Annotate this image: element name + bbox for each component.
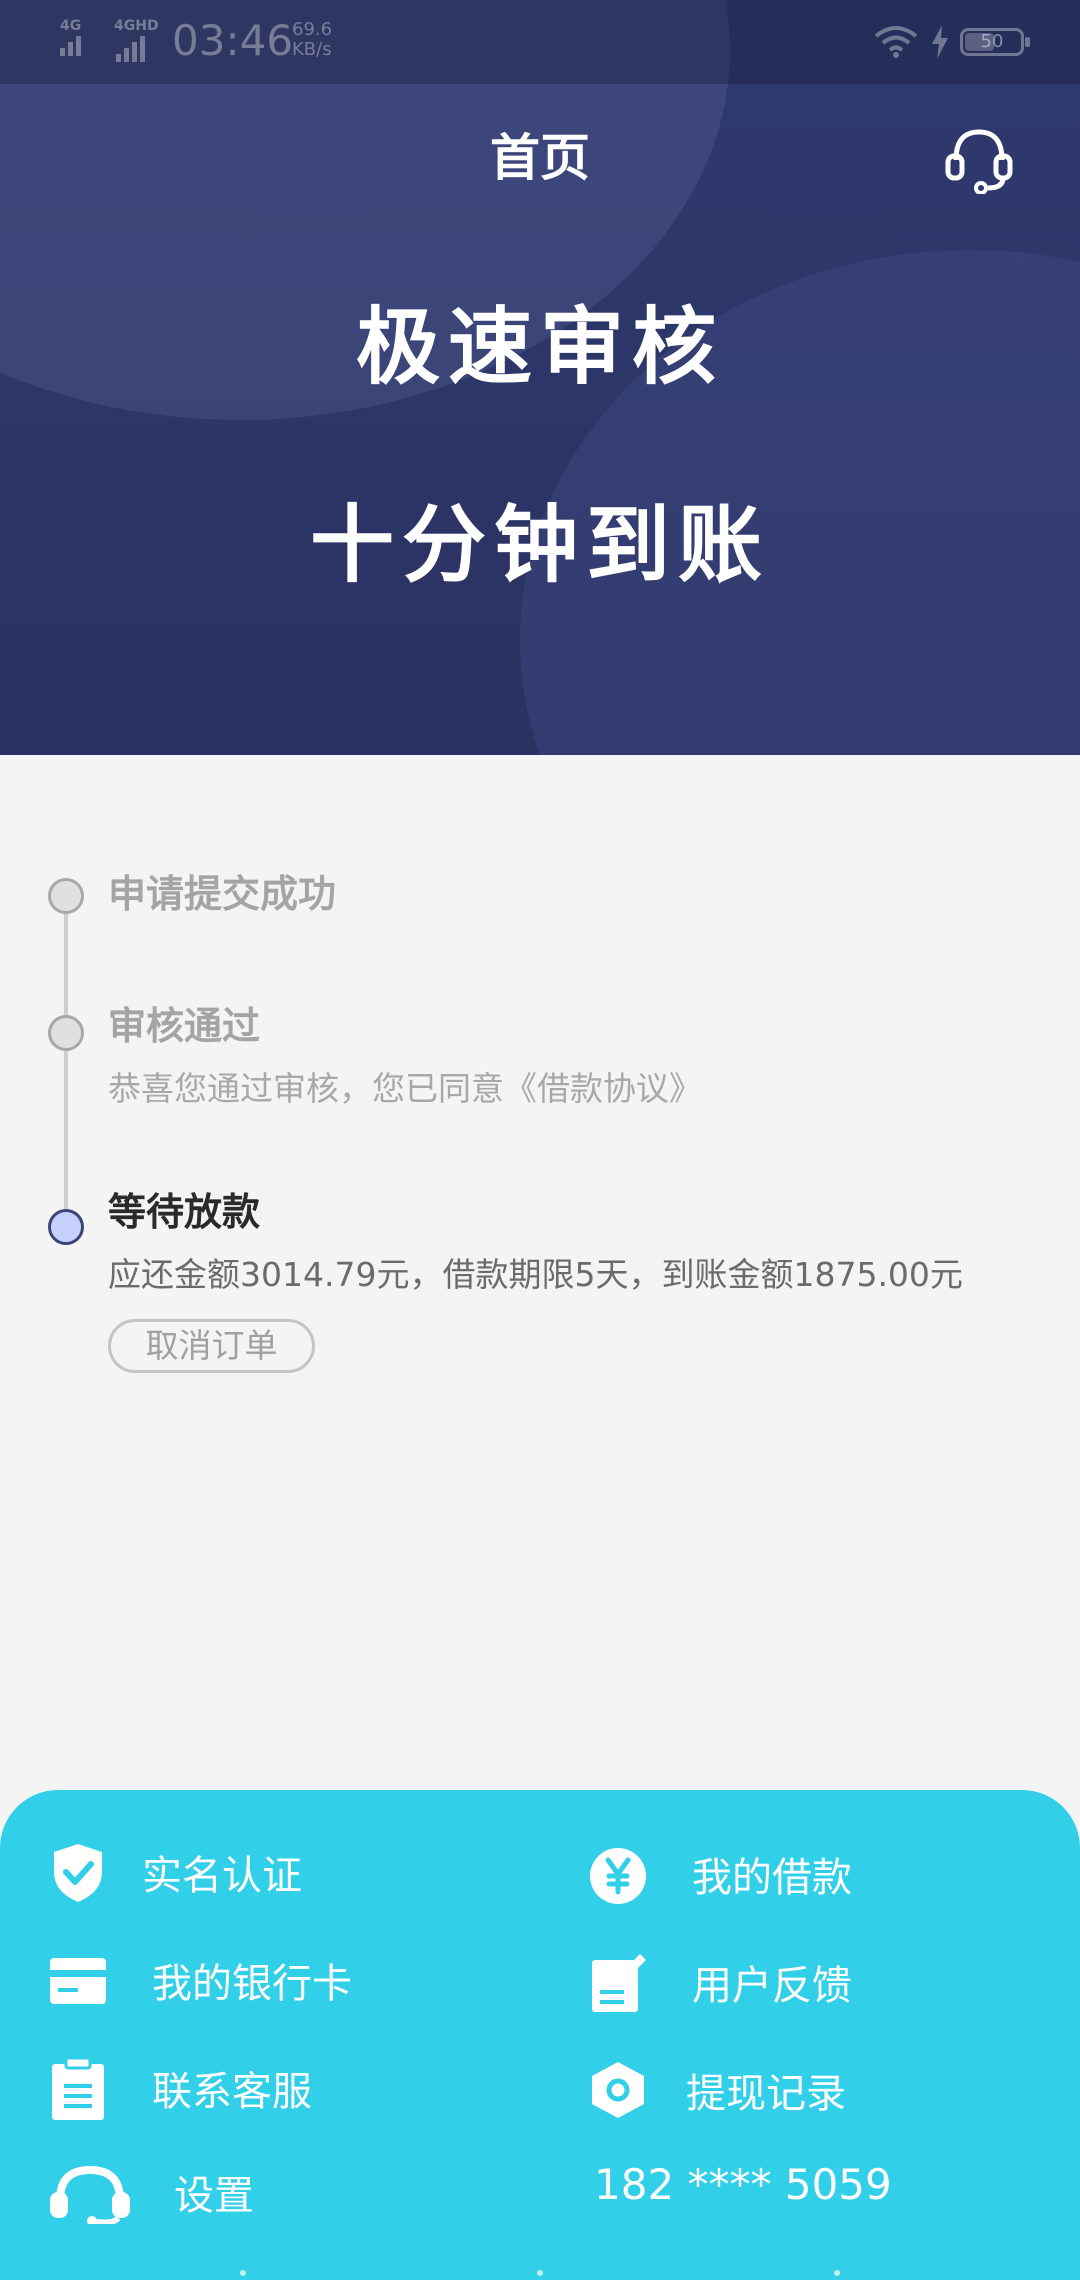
menu-item-bank-card[interactable]: 我的银行卡 — [48, 1948, 352, 2012]
charging-icon — [932, 25, 948, 59]
menu-item-settings[interactable]: 设置 — [48, 2160, 254, 2224]
feedback-icon — [592, 1954, 646, 2012]
page-indicator-dot — [834, 2270, 840, 2276]
headset-icon[interactable] — [944, 124, 1014, 194]
menu-item-contact-service[interactable]: 联系客服 — [48, 2056, 312, 2120]
timeline-step-title: 申请提交成功 — [108, 872, 337, 916]
status-time: 03:46 — [172, 16, 294, 65]
menu-item-label: 联系客服 — [152, 2069, 312, 2115]
menu-item-label: 我的银行卡 — [152, 1961, 352, 2007]
network-speed: 69.6 KB/s — [292, 19, 333, 60]
signal-bars-icon — [116, 36, 145, 62]
header-banner: 4G 4GHD 03:46 69.6 KB/s 50 首页 极速审核 十分钟到账 — [0, 0, 1080, 755]
cancel-order-button[interactable]: 取消订单 — [108, 1319, 315, 1373]
banner-slogan: 极速审核 — [355, 298, 724, 396]
menu-item-feedback[interactable]: 用户反馈 — [588, 1950, 852, 2014]
battery-icon: 50 — [960, 28, 1030, 56]
signal-label: 4G — [60, 18, 82, 34]
menu-item-label: 设置 — [174, 2173, 254, 2219]
status-bar: 4G 4GHD 03:46 69.6 KB/s 50 — [0, 0, 1080, 84]
wifi-icon — [874, 26, 918, 58]
menu-item-label: 用户反馈 — [692, 1963, 852, 2009]
timeline-step-title: 审核通过 — [108, 1004, 261, 1048]
yen-circle-icon — [590, 1848, 646, 1904]
signal-bars-icon — [60, 36, 81, 56]
user-phone-number: 182 **** 5059 — [594, 2160, 892, 2209]
page-indicator-dot — [240, 2270, 246, 2276]
shield-check-icon — [54, 1844, 102, 1902]
menu-item-label: 提现记录 — [686, 2071, 846, 2117]
menu-item-withdraw-records[interactable]: 提现记录 — [588, 2058, 846, 2122]
signal-label: 4GHD — [114, 18, 159, 34]
page-title: 首页 — [490, 129, 590, 187]
clipboard-icon — [52, 2056, 104, 2120]
menu-item-label: 我的借款 — [692, 1855, 852, 1901]
bank-card-icon — [50, 1958, 106, 2004]
timeline-dot — [48, 1015, 84, 1051]
menu-item-verification[interactable]: 实名认证 — [48, 1840, 302, 1904]
timeline-dot-active — [48, 1209, 84, 1245]
menu-item-my-loans[interactable]: 我的借款 — [588, 1842, 852, 1906]
banner-slogan: 十分钟到账 — [309, 496, 770, 594]
hexagon-icon — [592, 2062, 644, 2118]
timeline-step-title: 等待放款 — [108, 1190, 261, 1234]
timeline-step-desc: 应还金额3014.79元，借款期限5天，到账金额1875.00元 — [108, 1255, 963, 1294]
menu-item-label: 实名认证 — [142, 1853, 302, 1899]
timeline-step-desc: 恭喜您通过审核，您已同意《借款协议》 — [108, 1069, 702, 1108]
status-icons: 50 — [872, 22, 1030, 62]
page-indicator-dot — [537, 2270, 543, 2276]
timeline-connector — [64, 903, 68, 1211]
timeline-dot — [48, 878, 84, 914]
headset-icon — [50, 2165, 130, 2224]
